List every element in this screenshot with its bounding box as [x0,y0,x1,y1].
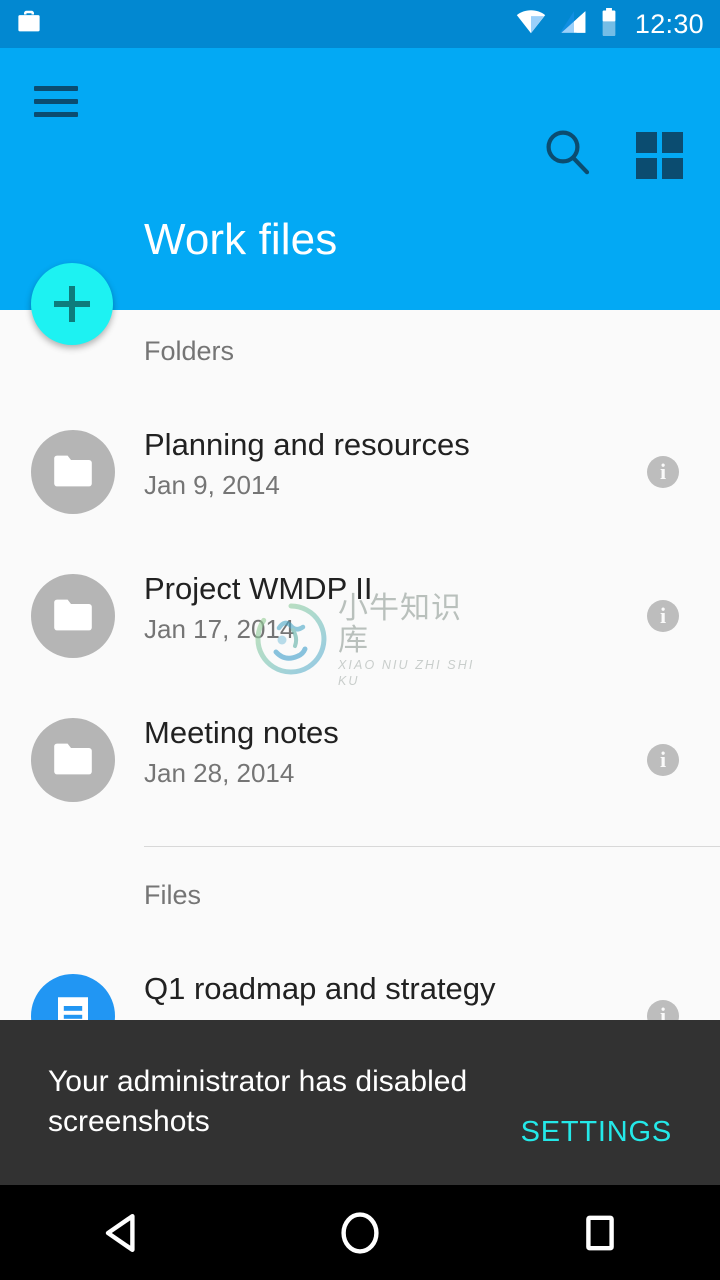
list-item[interactable]: Meeting notes Jan 28, 2014 i [0,688,720,832]
folder-icon [31,718,115,802]
battery-icon [601,7,617,41]
app-bar: Work files [0,48,720,310]
plus-icon [69,286,75,322]
list-item-title: Planning and resources [144,427,470,462]
info-icon[interactable]: i [647,456,679,488]
section-header-folders: Folders [144,336,235,366]
section-divider [144,846,720,847]
list-item-text: Planning and resources Jan 9, 2014 [144,426,614,502]
status-bar-clock: 12:30 [634,8,704,39]
list-item-title: Meeting notes [144,715,339,750]
snackbar-settings-button[interactable]: SETTINGS [521,1118,672,1147]
document-icon [31,974,115,1020]
grid-cell [662,158,683,179]
grid-cell [636,132,657,153]
grid-view-icon[interactable] [636,132,684,180]
android-screen: 12:30 Work files Folders Planning and re… [0,0,720,1280]
info-icon[interactable]: i [647,1000,679,1020]
info-icon[interactable]: i [647,600,679,632]
status-bar-left [14,7,44,42]
briefcase-icon [14,7,44,42]
list-item-text: Meeting notes Jan 28, 2014 [144,714,614,790]
app-bar-actions [0,48,720,179]
list-item-subtitle: Jan 28, 2014 [144,758,295,788]
folder-icon [31,574,115,658]
grid-cell [662,132,683,153]
status-bar-right: 12:30 [515,7,704,41]
folder-icon [31,430,115,514]
list-item[interactable]: Q1 roadmap and strategy i [0,944,720,1020]
snackbar-message: Your administrator has disabled screensh… [48,1065,468,1138]
info-icon-glyph: i [659,1003,667,1021]
snackbar: Your administrator has disabled screensh… [0,1020,720,1185]
hamburger-line [34,99,78,104]
list-item-subtitle: Jan 9, 2014 [144,470,280,500]
list-item-title: Q1 roadmap and strategy [144,971,496,1006]
section-header-files: Files [144,880,202,910]
list-item-title: Project WMDP II [144,571,373,606]
back-triangle-icon[interactable] [60,1185,180,1280]
add-fab-button[interactable] [31,263,113,345]
list-item[interactable]: Planning and resources Jan 9, 2014 i [0,400,720,544]
info-icon-glyph: i [659,459,667,484]
navigation-bar [0,1185,720,1280]
hamburger-line [34,86,78,91]
home-circle-icon[interactable] [300,1185,420,1280]
list-item-subtitle: Jan 17, 2014 [144,614,295,644]
grid-cell [636,158,657,179]
cellular-signal-icon [560,10,588,39]
info-icon-glyph: i [659,603,667,628]
file-list[interactable]: Folders Planning and resources Jan 9, 20… [0,310,720,1020]
page-title: Work files [144,215,338,264]
wifi-icon [515,9,547,40]
recents-square-icon[interactable] [540,1185,660,1280]
status-bar: 12:30 [0,0,720,48]
hamburger-menu-icon[interactable] [34,86,78,117]
hamburger-line [34,112,78,117]
info-icon[interactable]: i [647,744,679,776]
search-icon[interactable] [542,127,594,179]
list-item-text: Project WMDP II Jan 17, 2014 [144,570,614,646]
list-item[interactable]: Project WMDP II Jan 17, 2014 i [0,544,720,688]
info-icon-glyph: i [659,747,667,772]
list-item-text: Q1 roadmap and strategy [144,970,614,1012]
